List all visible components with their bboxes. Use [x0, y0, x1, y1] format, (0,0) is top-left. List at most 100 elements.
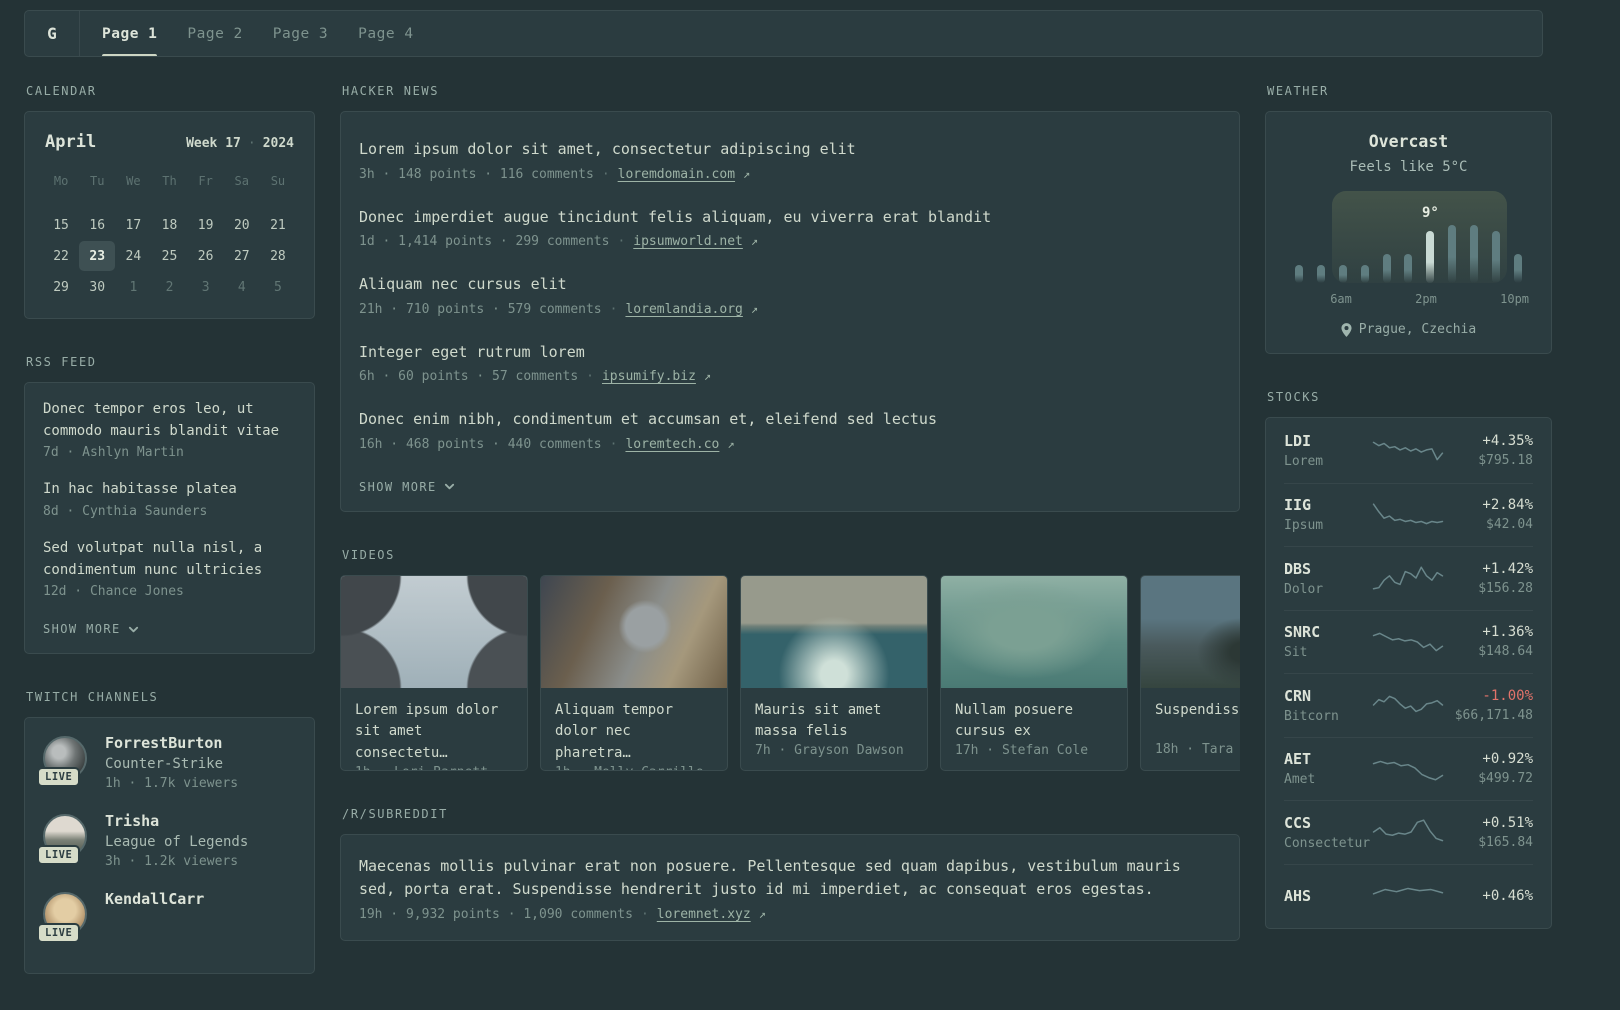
- video-card[interactable]: Suspendisse diam 18h · Tara: [1140, 574, 1240, 771]
- stock-row[interactable]: SNRC Sit +1.36% $148.64: [1284, 609, 1533, 674]
- stock-row[interactable]: DBS Dolor +1.42% $156.28: [1284, 546, 1533, 610]
- stock-price: $148.64: [1478, 644, 1533, 660]
- story-title[interactable]: Donec imperdiet augue tincidunt felis al…: [359, 206, 1221, 229]
- weekday-label: We: [126, 174, 141, 188]
- temp-bar-slot: [1310, 193, 1332, 283]
- calendar-card: April Week 17 · 2024 Mo Tu We Th Fr Sa Su 15 16…: [24, 111, 315, 319]
- story-domain-link[interactable]: loremdomain.com: [618, 167, 735, 182]
- video-card[interactable]: Nullam posuere cursus ex 17h · Stefan Co…: [940, 574, 1128, 771]
- show-more-label: SHOW MORE: [359, 479, 437, 494]
- stock-row[interactable]: CRN Bitcorn -1.00% $66,171.48: [1284, 673, 1533, 737]
- video-card[interactable]: Aliquam tempor dolor nec pharetra… 1h · …: [540, 574, 728, 771]
- rss-show-more-button[interactable]: SHOW MORE: [43, 622, 139, 636]
- rss-item-title[interactable]: Donec tempor eros leo, ut commodo mauris…: [43, 399, 296, 442]
- video-thumbnail: [941, 575, 1127, 688]
- story-domain-link[interactable]: loremtech.co: [625, 437, 719, 452]
- video-meta: 1h · Molly Carrillo: [555, 765, 713, 770]
- stock-row[interactable]: IIG Ipsum +2.84% $42.04: [1284, 482, 1533, 547]
- live-badge: LIVE: [37, 923, 81, 944]
- avatar-wrap: LIVE: [37, 736, 87, 788]
- twitch-channel-row[interactable]: LIVE Trisha League of Legends 3h · 1.2k …: [37, 812, 296, 869]
- dot-separator: ·: [640, 907, 649, 922]
- calendar-section: CALENDAR April Week 17 · 2024 Mo Tu We Th Fr…: [24, 84, 315, 319]
- channel-info: Trisha League of Legends 3h · 1.2k viewe…: [105, 812, 248, 869]
- stock-row[interactable]: AHS +0.46%: [1284, 863, 1533, 928]
- stock-name: Ipsum: [1284, 518, 1324, 534]
- external-link-icon[interactable]: ↗: [727, 437, 734, 451]
- weekday-label: Tu: [89, 174, 105, 188]
- hackernews-list: Lorem ipsum dolor sit amet, consectetur …: [359, 138, 1221, 452]
- twitch-channel-row[interactable]: LIVE ForrestBurton Counter-Strike 1h · 1…: [37, 734, 296, 791]
- stock-sparkline: [1372, 760, 1443, 781]
- dot-separator: ·: [247, 136, 256, 151]
- calendar-day: 25: [161, 248, 178, 264]
- time-label: [1373, 292, 1394, 306]
- stock-change: +1.36%: [1482, 624, 1533, 641]
- rss-item: Sed volutpat nulla nisl, a condimentum n…: [43, 538, 296, 599]
- hackernews-show-more-button[interactable]: SHOW MORE: [359, 480, 455, 494]
- external-link-icon[interactable]: ↗: [704, 369, 711, 383]
- stock-ticker: SNRC: [1284, 623, 1321, 642]
- external-link-icon[interactable]: ↗: [751, 234, 758, 248]
- twitch-channel-row[interactable]: LIVE KendallCarr: [37, 890, 296, 944]
- avatar-wrap: LIVE: [37, 892, 87, 944]
- calendar-head: April Week 17 · 2024: [43, 128, 296, 152]
- channel-meta: 1h · 1.7k viewers: [105, 776, 239, 792]
- external-link-icon[interactable]: ↗: [759, 907, 766, 921]
- video-title: Aliquam tempor dolor nec pharetra…: [555, 701, 674, 761]
- stock-right: +0.51% $165.84: [1445, 814, 1533, 850]
- page-tab[interactable]: Page 3: [273, 11, 328, 56]
- story-domain-link[interactable]: loremlandia.org: [625, 302, 742, 317]
- story-meta: 6h · 60 points · 57 comments · ipsumify.…: [359, 369, 1221, 384]
- tab-label: Page 4: [358, 25, 414, 42]
- story-title[interactable]: Aliquam nec cursus elit: [359, 273, 1221, 296]
- temp-bar-slot: [1507, 193, 1529, 283]
- rss-card: Donec tempor eros leo, ut commodo mauris…: [24, 382, 315, 655]
- page-tab[interactable]: Page 1: [102, 11, 158, 56]
- time-label: [1394, 292, 1415, 306]
- left-column: CALENDAR April Week 17 · 2024 Mo Tu We Th Fr…: [24, 84, 315, 1010]
- dot-separator: ·: [601, 166, 610, 182]
- time-label: [1479, 292, 1500, 306]
- story-title[interactable]: Lorem ipsum dolor sit amet, consectetur …: [359, 138, 1221, 161]
- calendar-day: 20: [233, 217, 250, 233]
- meta-text: 3h · 148 points · 116 comments: [359, 166, 594, 182]
- stock-row[interactable]: LDI Lorem +4.35% $795.18: [1284, 419, 1533, 483]
- subreddit-post-title[interactable]: Maecenas mollis pulvinar erat non posuer…: [359, 855, 1219, 902]
- stock-name: Bitcorn: [1284, 708, 1339, 724]
- live-badge: LIVE: [37, 767, 81, 788]
- story-title[interactable]: Donec enim nibh, condimentum et accumsan…: [359, 408, 1221, 431]
- external-link-icon[interactable]: ↗: [751, 302, 758, 316]
- page-tab[interactable]: Page 4: [358, 11, 413, 56]
- post-domain-link[interactable]: loremnet.xyz: [657, 907, 751, 922]
- stock-ticker: CRN: [1284, 686, 1312, 705]
- video-card[interactable]: Mauris sit amet massa felis 7h · Grayson…: [740, 574, 928, 771]
- video-card[interactable]: Lorem ipsum dolor sit amet consectetu… 1…: [340, 574, 528, 771]
- time-label: 2pm: [1415, 292, 1437, 306]
- stock-left: CCS Consectetur: [1284, 814, 1373, 851]
- hackernews-item: Donec imperdiet augue tincidunt felis al…: [359, 206, 1221, 250]
- story-meta: 3h · 148 points · 116 comments · loremdo…: [359, 167, 1221, 182]
- story-domain-link[interactable]: ipsumify.biz: [602, 369, 696, 384]
- story-title[interactable]: Integer eget rutrum lorem: [359, 341, 1221, 364]
- channel-name: KendallCarr: [105, 890, 205, 909]
- calendar-day: 2: [165, 279, 174, 295]
- stocks-section: STOCKS LDI Lorem +4.35% $795.18 IIG Ipsu…: [1265, 390, 1552, 929]
- page-tab[interactable]: Page 2: [187, 11, 242, 56]
- story-domain-link[interactable]: ipsumworld.net: [633, 234, 743, 249]
- stock-row[interactable]: AET Amet +0.92% $499.72: [1284, 736, 1533, 801]
- channel-game: Counter-Strike: [105, 756, 224, 773]
- twitch-card: LIVE ForrestBurton Counter-Strike 1h · 1…: [24, 717, 315, 975]
- meta-text: 1d · 1,414 points · 299 comments: [359, 234, 610, 249]
- video-body: Mauris sit amet massa felis 7h · Grayson…: [741, 688, 927, 770]
- channel-info: ForrestBurton Counter-Strike 1h · 1.7k v…: [105, 734, 238, 791]
- rss-item-title[interactable]: In hac habitasse platea: [43, 479, 296, 501]
- rss-item-title[interactable]: Sed volutpat nulla nisl, a condimentum n…: [43, 538, 296, 581]
- story-meta: 21h · 710 points · 579 comments · loreml…: [359, 302, 1221, 317]
- external-link-icon[interactable]: ↗: [743, 167, 750, 181]
- channel-meta: 3h · 1.2k viewers: [105, 854, 239, 870]
- page-tabs: Page 1 Page 2 Page 3 Page 4: [80, 11, 444, 56]
- stock-change: +0.51%: [1482, 814, 1533, 831]
- stock-right: +0.92% $499.72: [1445, 751, 1533, 786]
- stock-row[interactable]: CCS Consectetur +0.51% $165.84: [1284, 800, 1533, 864]
